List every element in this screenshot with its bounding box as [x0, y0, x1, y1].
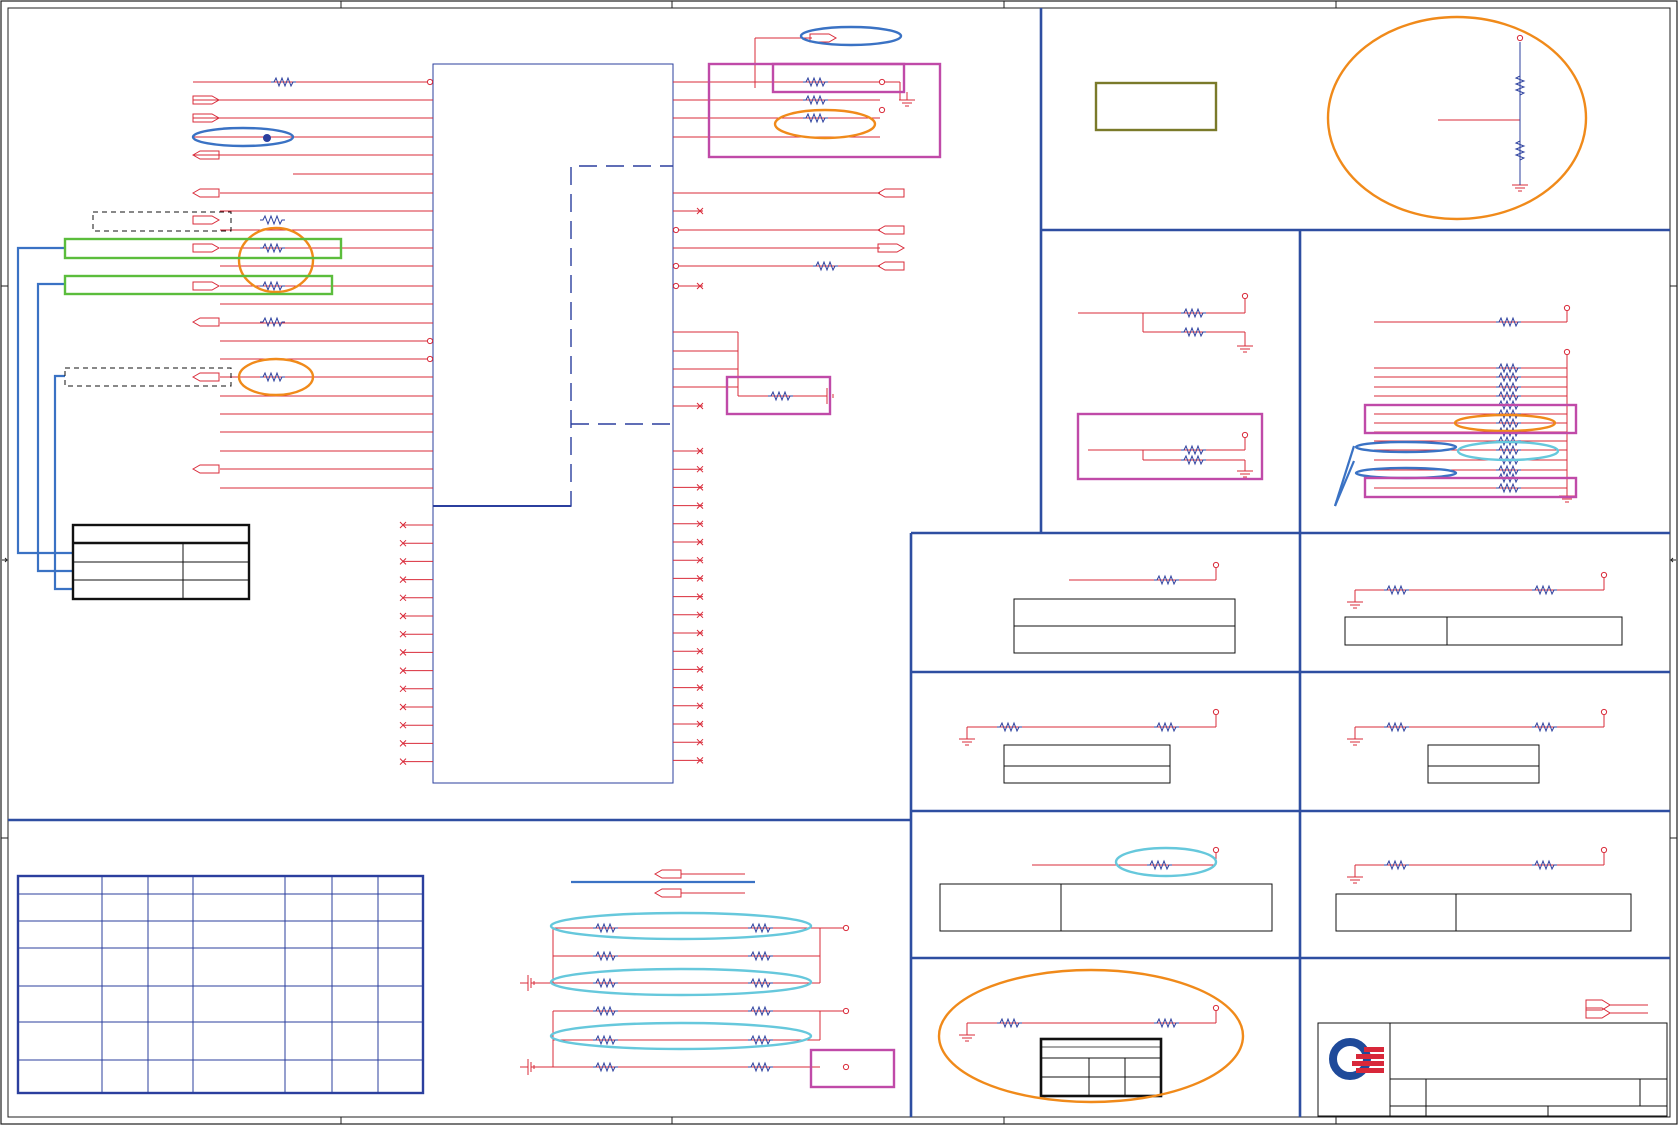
- annotation-ellipse: [773, 108, 877, 140]
- power-pin: [1212, 708, 1220, 716]
- annotation-ellipse: [549, 967, 813, 997]
- annotation-box: [92, 211, 232, 232]
- annotation-overlays: [63, 15, 1588, 1104]
- junction-dot: [263, 134, 271, 142]
- annotation-ellipse: [1326, 15, 1588, 221]
- schematic-canvas: [0, 0, 1678, 1125]
- power-pin: [842, 924, 850, 932]
- company-logo: [1329, 1038, 1384, 1080]
- power-pin: [1563, 348, 1571, 356]
- schematic-sheet: [0, 0, 1678, 1125]
- off-page-connector: [877, 243, 906, 253]
- config-table-small: [1039, 1037, 1163, 1098]
- power-pin: [672, 226, 680, 234]
- power-pin: [1600, 571, 1608, 579]
- resistor-symbol: [260, 214, 285, 226]
- annotation-box: [1076, 412, 1264, 481]
- main-ic: [432, 63, 674, 784]
- power-pin: [1516, 34, 1524, 42]
- power-pin: [1212, 846, 1220, 854]
- config-table-left-grid: [73, 543, 249, 599]
- off-page-connector: [191, 372, 220, 382]
- annotation-ellipse: [549, 1021, 813, 1051]
- off-page-connectors: [191, 33, 906, 898]
- title-block-connector: [1585, 999, 1648, 1019]
- off-page-connector: [192, 243, 221, 253]
- power-pin: [426, 355, 434, 363]
- power-pin: [878, 106, 886, 114]
- power-pin: [1241, 292, 1249, 300]
- off-page-connector: [191, 317, 220, 327]
- annotation-ellipse: [799, 25, 903, 47]
- off-page-connector: [192, 281, 221, 291]
- signal-wires: [193, 37, 1605, 1068]
- resistor-symbols: [260, 73, 1557, 1073]
- resistor-symbol: [260, 316, 285, 328]
- ground-symbol: [959, 1027, 975, 1042]
- off-page-connector: [191, 464, 220, 474]
- power-pin: [672, 282, 680, 290]
- off-page-connector: [809, 33, 838, 43]
- ground-symbol: [1347, 731, 1363, 746]
- off-page-connector: [876, 261, 905, 271]
- ground-symbol: [1347, 869, 1363, 884]
- annotation-ellipse: [937, 968, 1245, 1104]
- off-page-connector: [653, 869, 682, 879]
- off-page-connector: [876, 188, 905, 198]
- ground-symbol: [1237, 338, 1253, 353]
- sheet-frame: [0, 0, 1678, 1125]
- power-pin: [842, 1063, 850, 1071]
- blue-routing-lines: [16, 246, 1356, 884]
- power-pin: [1241, 431, 1249, 439]
- annotation-box: [809, 1048, 896, 1089]
- off-page-connector: [876, 225, 905, 235]
- power-pin: [842, 1007, 850, 1015]
- power-pin: [878, 78, 886, 86]
- no-connect-marks: [399, 207, 704, 765]
- off-page-connector: [191, 188, 220, 198]
- power-pin: [672, 262, 680, 270]
- off-page-connector: [653, 888, 682, 898]
- ground-symbol: [899, 92, 915, 107]
- strap-table: [16, 874, 425, 1095]
- power-pin: [426, 78, 434, 86]
- power-pin: [1600, 708, 1608, 716]
- power-pin: [1600, 846, 1608, 854]
- annotation-box: [63, 274, 334, 296]
- power-pin: [426, 337, 434, 345]
- annotation-box: [771, 62, 906, 94]
- annotation-ellipse: [549, 911, 813, 941]
- annotation-box: [64, 367, 232, 387]
- off-page-connector: [192, 215, 221, 225]
- ground-symbol: [1237, 463, 1253, 478]
- annotation-ellipse: [237, 226, 315, 294]
- power-pin: [1212, 1004, 1220, 1012]
- ground-symbol: [1559, 488, 1575, 503]
- power-pin: [1212, 561, 1220, 569]
- divider-circuit: [1094, 42, 1521, 185]
- ground-symbol: [959, 731, 975, 746]
- ground-symbol: [1347, 594, 1363, 609]
- section-dividers: [8, 8, 1670, 1117]
- annotation-ellipse: [1114, 846, 1218, 878]
- power-pin: [1563, 304, 1571, 312]
- option-tables: [939, 598, 1632, 932]
